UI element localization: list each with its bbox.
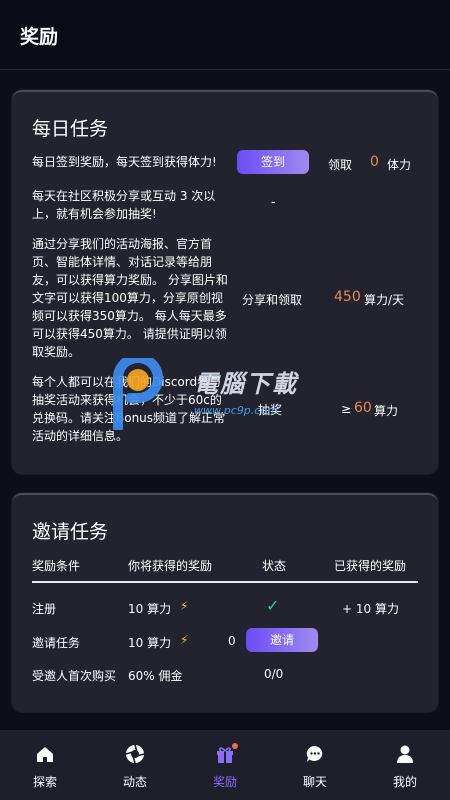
lightning-icon: ⚡: [180, 599, 189, 613]
user-icon: [397, 745, 413, 763]
invite-tasks-title: 邀请任务: [32, 521, 109, 543]
tab-profile-label: 我的: [392, 775, 417, 789]
row-invite-reward: 10 算力: [128, 636, 172, 650]
lightning-icon: ⚡: [180, 633, 189, 647]
lottery-amount: 60: [354, 400, 372, 416]
checkin-unit: 体力: [387, 158, 412, 172]
community-task-value: -: [271, 195, 276, 210]
lottery-task-desc: 每个人都可以在我们的Discord参与抽奖活动来获得机会，不少于60c的兑换码。…: [32, 375, 226, 443]
tab-explore[interactable]: 探索: [0, 730, 90, 800]
claim-label: 领取: [328, 158, 353, 172]
row-invite-status: 0: [228, 634, 236, 648]
col-status: 状态: [262, 559, 287, 573]
row-invite-condition: 邀请任务: [32, 636, 81, 650]
row-register-earned: + 10 算力: [342, 602, 399, 616]
col-earned: 已获得的奖励: [334, 559, 407, 573]
page-title: 奖励: [20, 26, 59, 48]
community-task-desc: 每天在社区积极分享或互动 3 次以上，就有机会参加抽奖!: [32, 189, 216, 221]
share-claim-button[interactable]: 分享和领取: [242, 291, 302, 308]
tab-explore-label: 探索: [32, 775, 57, 789]
daily-tasks-card: 每日任务 每日签到奖励，每天签到获得体力! 签到 领取 0 体力 每天在社区积极…: [12, 90, 438, 474]
bottom-tab-bar: 探索 动态 奖励 聊天 我的: [0, 730, 450, 800]
lottery-button[interactable]: 抽奖: [258, 401, 282, 418]
invite-tasks-card: 邀请任务 奖励条件 你将获得的奖励 状态 已获得的奖励 注册 10 算力 ⚡ ✓…: [12, 493, 438, 712]
row-purchase-reward: 60% 佣金: [128, 669, 183, 683]
col-reward: 你将获得的奖励: [128, 559, 213, 573]
row-purchase-status: 0/0: [264, 667, 284, 681]
row-register-condition: 注册: [32, 602, 57, 616]
tab-feed[interactable]: 动态: [90, 730, 180, 800]
checkin-button[interactable]: 签到: [237, 150, 309, 174]
home-icon: [37, 747, 53, 762]
checkin-amount: 0: [370, 154, 379, 170]
tab-rewards[interactable]: 奖励: [180, 730, 270, 800]
tab-chat-label: 聊天: [302, 775, 327, 789]
tab-chat[interactable]: 聊天: [270, 730, 360, 800]
share-task-desc: 通过分享我们的活动海报、官方首页、智能体详情、对话记录等给朋友，可以获得算力奖励…: [32, 237, 228, 359]
share-unit: 算力/天: [364, 293, 405, 307]
daily-tasks-title: 每日任务: [32, 118, 109, 140]
share-amount: 450: [334, 289, 361, 305]
chat-bubble-icon: [306, 745, 323, 762]
lottery-prefix: ≥: [341, 402, 352, 416]
app-header: 奖励: [0, 0, 450, 70]
check-icon: ✓: [266, 596, 280, 615]
tab-profile[interactable]: 我的: [360, 730, 450, 800]
tab-feed-label: 动态: [122, 775, 147, 789]
daily-checkin-desc: 每日签到奖励，每天签到获得体力!: [32, 155, 217, 169]
col-condition: 奖励条件: [32, 559, 81, 573]
notification-dot: [232, 743, 238, 749]
table-divider: [32, 581, 418, 583]
tab-rewards-label: 奖励: [212, 775, 237, 789]
invite-button[interactable]: 邀请: [246, 628, 318, 652]
lottery-unit: 算力: [374, 404, 399, 418]
aperture-icon: [125, 744, 145, 764]
row-register-reward: 10 算力: [128, 602, 172, 616]
row-purchase-condition: 受邀人首次购买: [32, 669, 117, 683]
